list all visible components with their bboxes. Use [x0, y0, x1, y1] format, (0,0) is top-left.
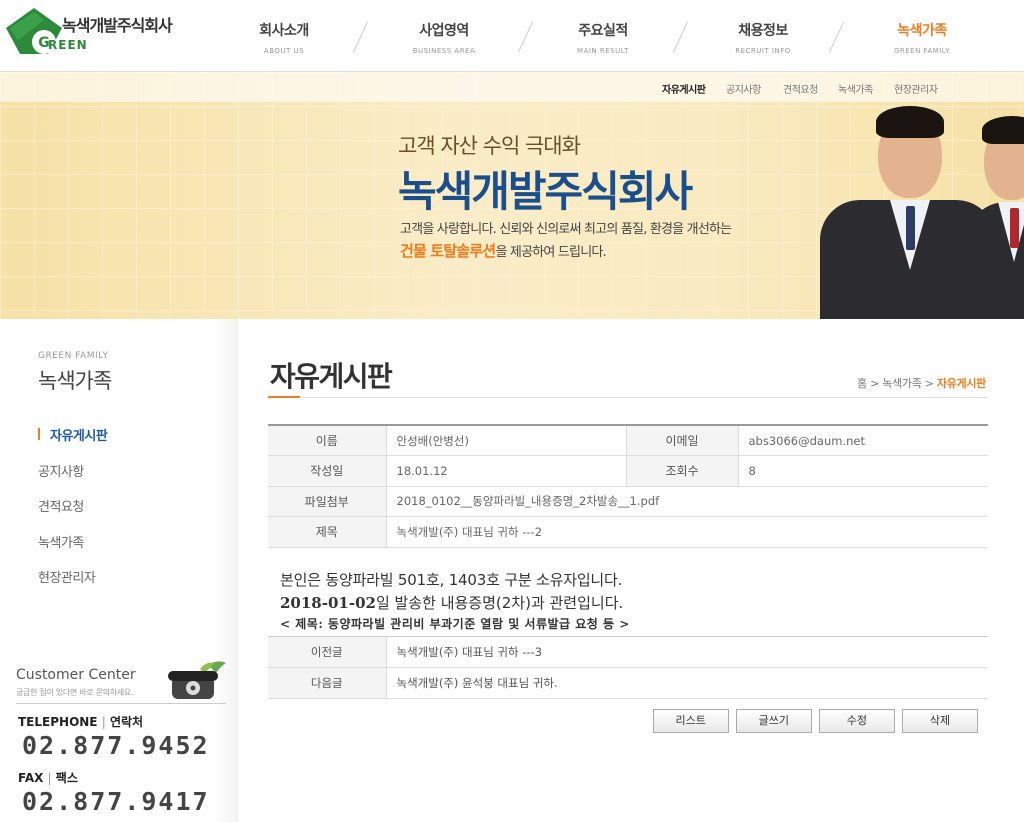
logo[interactable]: G 녹색개발주식회사 REEN [4, 4, 194, 56]
next-post-label: 다음글 [268, 667, 387, 699]
write-button[interactable]: 글쓰기 [735, 709, 812, 733]
business-man-image-2 [966, 114, 1024, 319]
title-divider [268, 397, 988, 398]
prev-post-link[interactable]: 녹색개발(주) 대표님 귀하 ---3 [386, 636, 988, 668]
post-subject: 녹색개발(주) 대표님 귀하 ---2 [386, 516, 988, 548]
post-info-table: 이름 안성배(안병선) 이메일 abs3066@daum.net 작성일 18.… [268, 424, 988, 548]
subnav-item-estimate[interactable]: 견적요청 [783, 81, 818, 96]
post-body-date: 2018-01-02 [280, 594, 376, 612]
gnb-item-recruit[interactable]: 채용정보 RECRUIT INFO [693, 20, 833, 55]
cs-subtitle: 궁금한 점이 있다면 바로 문의하세요. [16, 688, 134, 697]
telephone-label: TELEPHONE | 연락처 [18, 715, 144, 729]
date-label: 작성일 [268, 455, 387, 487]
delete-button[interactable]: 삭제 [902, 709, 978, 733]
file-label: 파일첨부 [268, 486, 387, 517]
subnav-item-green-family[interactable]: 녹색가족 [838, 81, 873, 96]
name-label: 이름 [268, 425, 387, 456]
breadcrumb-section[interactable]: 녹색가족 [882, 377, 922, 390]
post-body-line: 2018-01-02일 발송한 내용증명(2차)과 관련입니다. [280, 592, 980, 613]
breadcrumb: 홈 > 녹색가족 > 자유게시판 [857, 377, 986, 390]
title-accent [268, 396, 300, 398]
page-title: 자유게시판 [270, 360, 393, 393]
sidebar-menu: 자유게시판 공지사항 견적요청 녹색가족 현장관리자 [38, 425, 228, 603]
gnb-divider [352, 21, 369, 53]
post-body-line: < 제목: 동양파라빌 관리비 부과기준 열람 및 서류발급 요청 등 > [280, 617, 630, 631]
author-name: 안성배(안병선) [386, 425, 626, 456]
gnb-item-results[interactable]: 주요실적 MAIN RESULT [533, 20, 673, 55]
gnb-divider [517, 21, 534, 53]
board-actions: 리스트 글쓰기 수정 삭제 [651, 709, 978, 733]
left-sidebar: GREEN FAMILY 녹색가족 자유게시판 공지사항 견적요청 녹색가족 현… [0, 319, 238, 822]
gnb-divider [672, 21, 689, 53]
sidebar-item-estimate[interactable]: 견적요청 [38, 496, 228, 532]
gnb-item-about[interactable]: 회사소개 ABOUT US [214, 20, 354, 55]
cs-divider [16, 703, 226, 704]
post-date: 18.01.12 [386, 455, 626, 487]
hero-slogan: 고객 자산 수익 극대화 [398, 134, 581, 158]
gnb-item-business[interactable]: 사업영역 BUSINESS AREA [374, 20, 514, 55]
subnav-item-site-manager[interactable]: 현장관리자 [894, 81, 938, 96]
hero-description: 고객을 사랑합니다. 신뢰와 신의로써 최고의 품질, 환경을 개선하는 [400, 222, 732, 237]
table-row: 이름 안성배(안병선) 이메일 abs3066@daum.net [268, 425, 988, 456]
sidebar-item-notice[interactable]: 공지사항 [38, 461, 228, 497]
sidebar-item-free-board[interactable]: 자유게시판 [38, 425, 228, 461]
sidebar-title: 녹색가족 [38, 369, 112, 393]
sidebar-title-en: GREEN FAMILY [38, 351, 109, 361]
subnav-item-notice[interactable]: 공지사항 [726, 81, 761, 96]
post-body-text: 일 발송한 내용증명(2차)과 관련입니다. [375, 594, 624, 612]
subject-label: 제목 [268, 516, 387, 548]
subnav-item-free-board[interactable]: 자유게시판 [662, 81, 706, 96]
fax-number: 02.877.9417 [22, 787, 210, 816]
telephone-number: 02.877.9452 [22, 731, 210, 760]
views-label: 조회수 [625, 455, 739, 487]
gnb-item-green-family[interactable]: 녹색가족 GREEN FAMILY [852, 20, 992, 55]
author-email: abs3066@daum.net [738, 425, 988, 456]
header: G 녹색개발주식회사 REEN 회사소개 ABOUT US 사업영역 BUSINES… [0, 0, 1024, 72]
hero-title: 녹색개발주식회사 [398, 167, 693, 216]
email-label: 이메일 [625, 425, 739, 456]
post-body-line: 본인은 동양파라빌 501호, 1403호 구분 소유자입니다. [280, 571, 623, 589]
breadcrumb-current: 자유게시판 [936, 377, 986, 390]
sidebar-item-site-manager[interactable]: 현장관리자 [38, 567, 228, 603]
global-nav: 회사소개 ABOUT US 사업영역 BUSINESS AREA 주요실적 MAIN … [200, 0, 1024, 72]
table-row: 작성일 18.01.12 조회수 8 [268, 455, 988, 487]
hero-highlight: 건물 토탈솔루션 [400, 242, 496, 260]
hero-description-2: 건물 토탈솔루션을 제공하여 드립니다. [400, 240, 607, 261]
customer-center: Customer Center 궁금한 점이 있다면 바로 문의하세요. TEL… [0, 655, 238, 822]
hero-description-rest: 을 제공하여 드립니다. [495, 245, 606, 260]
edit-button[interactable]: 수정 [818, 709, 895, 733]
prev-post-label: 이전글 [268, 636, 387, 668]
logo-sub: REEN [48, 38, 88, 52]
table-row: 이전글 녹색개발(주) 대표님 귀하 ---3 [268, 636, 988, 668]
sub-nav: 자유게시판 공지사항 견적요청 녹색가족 현장관리자 [0, 72, 1024, 102]
breadcrumb-home[interactable]: 홈 [857, 377, 867, 390]
post-body: 본인은 동양파라빌 501호, 1403호 구분 소유자입니다. 2018-01… [280, 569, 980, 632]
next-post-link[interactable]: 녹색개발(주) 윤석붕 대표님 귀하. [386, 667, 988, 699]
table-row: 제목 녹색개발(주) 대표님 귀하 ---2 [268, 516, 988, 548]
table-row: 다음글 녹색개발(주) 윤석붕 대표님 귀하. [268, 667, 988, 699]
cs-title: Customer Center [16, 667, 136, 683]
table-row: 파일첨부 2018_0102__동양파라빌_내용증명_2차발송__1.pdf [268, 486, 988, 517]
logo-name: 녹색개발주식회사 [62, 16, 173, 35]
fax-label: FAX | 팩스 [18, 771, 78, 785]
view-count: 8 [738, 455, 988, 487]
post-navigation: 이전글 녹색개발(주) 대표님 귀하 ---3 다음글 녹색개발(주) 윤석붕 … [268, 636, 988, 699]
hero-visual: 자유게시판 공지사항 견적요청 녹색가족 현장관리자 고객 자산 수익 극대화 … [0, 72, 1024, 319]
sidebar-item-green-family[interactable]: 녹색가족 [38, 532, 228, 568]
list-button[interactable]: 리스트 [652, 709, 729, 733]
telephone-icon [168, 661, 226, 699]
main-content: 자유게시판 홈 > 녹색가족 > 자유게시판 이름 안성배(안병선) 이메일 a… [268, 319, 988, 822]
attached-file-link[interactable]: 2018_0102__동양파라빌_내용증명_2차발송__1.pdf [386, 486, 988, 517]
